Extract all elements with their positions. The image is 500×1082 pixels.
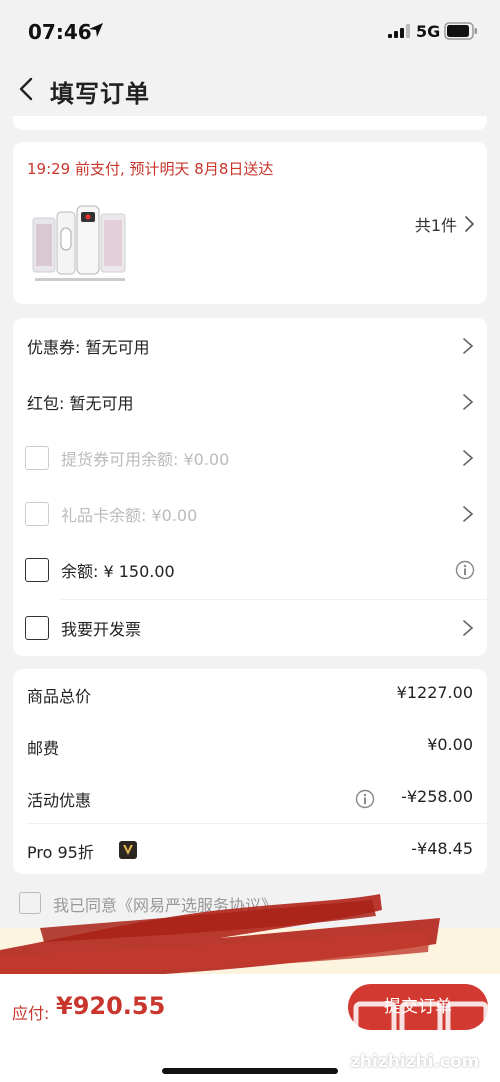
gift-card-row[interactable]: 礼品卡余额: ¥0.00 (13, 486, 487, 542)
balance-row[interactable]: 余额: ¥ 150.00 (13, 542, 487, 598)
balance-label: 余额: ¥ 150.00 (61, 562, 175, 581)
page-title: 填写订单 (50, 80, 150, 108)
chevron-right-icon (463, 394, 474, 410)
payment-options-card: 优惠券: 暂无可用 红包: 暂无可用 提货券可用余额: ¥0.00 礼品卡余额:… (13, 318, 487, 656)
price-label: Pro 95折 (27, 843, 94, 862)
gift-card-label: 礼品卡余额: ¥0.00 (61, 506, 198, 525)
nav-bar: 填写订单 (0, 62, 500, 116)
status-time: 07:46 (28, 20, 92, 44)
network-type: 5G (416, 22, 441, 41)
price-label: 活动优惠 (27, 791, 92, 810)
pay-amount: ¥920.55 (56, 992, 166, 1020)
gift-card-checkbox[interactable] (25, 502, 49, 526)
location-arrow-icon (89, 23, 103, 37)
balance-checkbox[interactable] (25, 558, 49, 582)
info-icon[interactable] (355, 789, 375, 809)
price-row: Pro 95折 -¥48.45 (13, 825, 487, 875)
back-chevron-icon[interactable] (14, 76, 40, 102)
invoice-checkbox[interactable] (25, 616, 49, 640)
home-indicator (162, 1068, 338, 1074)
pay-label: 应付: (12, 1004, 50, 1023)
price-label: 商品总价 (27, 687, 92, 706)
chevron-right-icon (463, 450, 474, 466)
invoice-row[interactable]: 我要开发票 (13, 600, 487, 656)
delivery-message: 19:29 前支付, 预计明天 8月8日送达 (27, 160, 274, 178)
price-value: -¥48.45 (411, 839, 473, 858)
price-row: 商品总价 ¥1227.00 (13, 669, 487, 719)
status-bar: 07:46 5G (0, 0, 500, 62)
chevron-right-icon (463, 506, 474, 522)
chevron-right-icon (463, 338, 474, 354)
watermark-text: zhizhizhi.com (350, 1052, 480, 1072)
chevron-right-icon (463, 620, 474, 636)
red-packet-label: 红包: 暂无可用 (27, 394, 134, 413)
price-value: ¥1227.00 (396, 683, 473, 702)
price-value: -¥258.00 (401, 787, 473, 806)
signal-icon (388, 24, 410, 38)
price-row: 邮费 ¥0.00 (13, 721, 487, 771)
coupon-label: 优惠券: 暂无可用 (27, 338, 150, 357)
price-row: 活动优惠 -¥258.00 (13, 773, 487, 823)
info-icon[interactable] (455, 560, 475, 580)
coupon-row[interactable]: 优惠券: 暂无可用 (13, 318, 487, 374)
item-count: 共1件 (414, 216, 457, 235)
bottom-bar: 应付: ¥920.55 提交订单 zhizhizhi.com (0, 974, 500, 1082)
divider (27, 823, 487, 824)
battery-icon (444, 22, 477, 40)
invoice-label: 我要开发票 (61, 620, 142, 639)
item-count-link[interactable]: 共1件 (415, 212, 475, 236)
chevron-right-icon (465, 216, 475, 232)
pickup-voucher-row[interactable]: 提货券可用余额: ¥0.00 (13, 430, 487, 486)
price-value: ¥0.00 (427, 735, 473, 754)
address-card-bottom (13, 116, 487, 130)
delivery-card[interactable]: 19:29 前支付, 预计明天 8月8日送达 共1件 (13, 142, 487, 304)
red-packet-row[interactable]: 红包: 暂无可用 (13, 374, 487, 430)
pickup-voucher-label: 提货券可用余额: ¥0.00 (61, 450, 230, 469)
price-label: 邮费 (27, 739, 60, 758)
pro-v-icon (119, 841, 137, 859)
product-thumbnail (32, 205, 126, 281)
pickup-voucher-checkbox[interactable] (25, 446, 49, 470)
price-summary-card: 商品总价 ¥1227.00 邮费 ¥0.00 活动优惠 -¥258.00 Pro… (13, 669, 487, 874)
